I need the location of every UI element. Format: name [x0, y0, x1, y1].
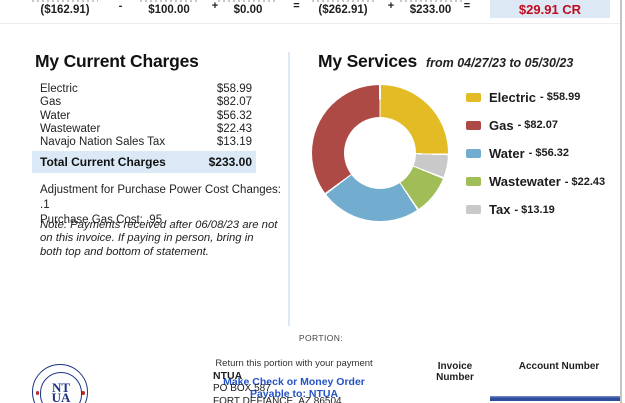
invoice-number-label: Invoice Number	[418, 361, 492, 383]
legend-name: Electric	[489, 90, 536, 105]
legend-swatch-gas	[466, 121, 481, 130]
cutoff-label-remnant	[32, 0, 98, 2]
table-row: Water $56.32	[40, 110, 252, 123]
logo-red-dot	[36, 391, 40, 395]
services-title: My Services	[318, 51, 417, 71]
minus-operator: -	[110, 0, 131, 12]
legend-amount: - $13.19	[514, 204, 554, 216]
table-row: Wastewater $22.43	[40, 123, 252, 136]
charge-amount: $22.43	[217, 123, 252, 136]
ntua-logo: NT UA	[32, 364, 88, 403]
current-charges-table: Electric $58.99 Gas $82.07 Water $56.32 …	[40, 83, 252, 149]
legend-name: Tax	[489, 202, 510, 217]
services-donut-chart	[312, 85, 448, 221]
cutoff-label-remnant	[218, 0, 278, 2]
charge-amount: $56.32	[217, 110, 252, 123]
legend-item: Wastewater - $22.43	[466, 174, 605, 190]
adjustment-line: Adjustment for Purchase Power Cost Chang…	[40, 183, 290, 213]
cutoff-label-remnant	[140, 0, 198, 2]
cutoff-label-remnant	[400, 0, 462, 2]
legend-swatch-electric	[466, 93, 481, 102]
previous-balance-value: ($162.91)	[25, 3, 105, 18]
legend-name: Water	[489, 146, 525, 161]
amount-due-credit-box: $29.91 CR	[490, 0, 610, 18]
return-portion-text: Return this portion with your payment	[214, 358, 374, 369]
legend-swatch-tax	[466, 205, 481, 214]
section-divider-line	[0, 23, 620, 24]
total-amount: $233.00	[209, 155, 252, 169]
current-charges-title: My Current Charges	[35, 51, 199, 72]
page-right-edge-line	[620, 0, 622, 403]
amount-due-credit-value: $29.91 CR	[519, 2, 581, 17]
donut-hole	[344, 117, 416, 189]
adjustments-value: $0.00	[208, 3, 288, 18]
table-row: Gas $82.07	[40, 96, 252, 109]
payments-value: $100.00	[129, 3, 209, 18]
legend-amount: - $56.32	[529, 147, 569, 159]
cutoff-label-remnant	[312, 0, 374, 2]
table-row: Electric $58.99	[40, 83, 252, 96]
charge-amount: $13.19	[217, 136, 252, 149]
chart-legend: Electric - $58.99 Gas - $82.07 Water - $…	[466, 89, 605, 230]
services-period: from 04/27/23 to 05/30/23	[426, 56, 573, 70]
company-address-line1: PO BOX 587	[213, 383, 271, 394]
charge-amount: $82.07	[217, 96, 252, 109]
equals-operator: =	[457, 0, 477, 12]
charge-amount: $58.99	[217, 83, 252, 96]
balance-value: ($262.91)	[303, 3, 383, 18]
charge-label: Water	[40, 110, 70, 123]
legend-swatch-wastewater	[466, 177, 481, 186]
vertical-panel-divider	[288, 52, 290, 326]
legend-item: Electric - $58.99	[466, 89, 605, 105]
charge-label: Navajo Nation Sales Tax	[40, 136, 165, 149]
services-header: My Services from 04/27/23 to 05/30/23	[318, 51, 573, 72]
account-number-label: Account Number	[518, 361, 600, 372]
legend-swatch-water	[466, 149, 481, 158]
legend-name: Wastewater	[489, 174, 561, 189]
company-address-line2: FORT DEFIANCE, AZ 86504	[213, 396, 342, 403]
table-row: Navajo Nation Sales Tax $13.19	[40, 136, 252, 149]
account-number-underline-bar	[490, 396, 621, 401]
legend-name: Gas	[489, 118, 514, 133]
legend-amount: - $22.43	[565, 176, 605, 188]
payment-note: Note: Payments received after 06/08/23 a…	[40, 219, 278, 259]
charge-label: Gas	[40, 96, 61, 109]
legend-item: Tax - $13.19	[466, 202, 605, 218]
logo-text: UA	[52, 393, 71, 403]
charge-label: Wastewater	[40, 123, 100, 136]
ntua-logo-shield: NT UA	[40, 372, 82, 403]
legend-item: Gas - $82.07	[466, 117, 605, 133]
utility-bill-page: ($162.91) - $100.00 + $0.00 = ($262.91) …	[0, 0, 625, 403]
portion-label: PORTION:	[280, 333, 362, 343]
charge-label: Electric	[40, 83, 78, 96]
legend-amount: - $58.99	[540, 91, 580, 103]
company-name: NTUA	[213, 370, 242, 382]
ntua-logo-ring: NT UA	[32, 364, 88, 403]
legend-amount: - $82.07	[518, 119, 558, 131]
total-current-charges-row: Total Current Charges $233.00	[32, 151, 256, 173]
legend-item: Water - $56.32	[466, 145, 605, 161]
total-label: Total Current Charges	[40, 155, 166, 169]
